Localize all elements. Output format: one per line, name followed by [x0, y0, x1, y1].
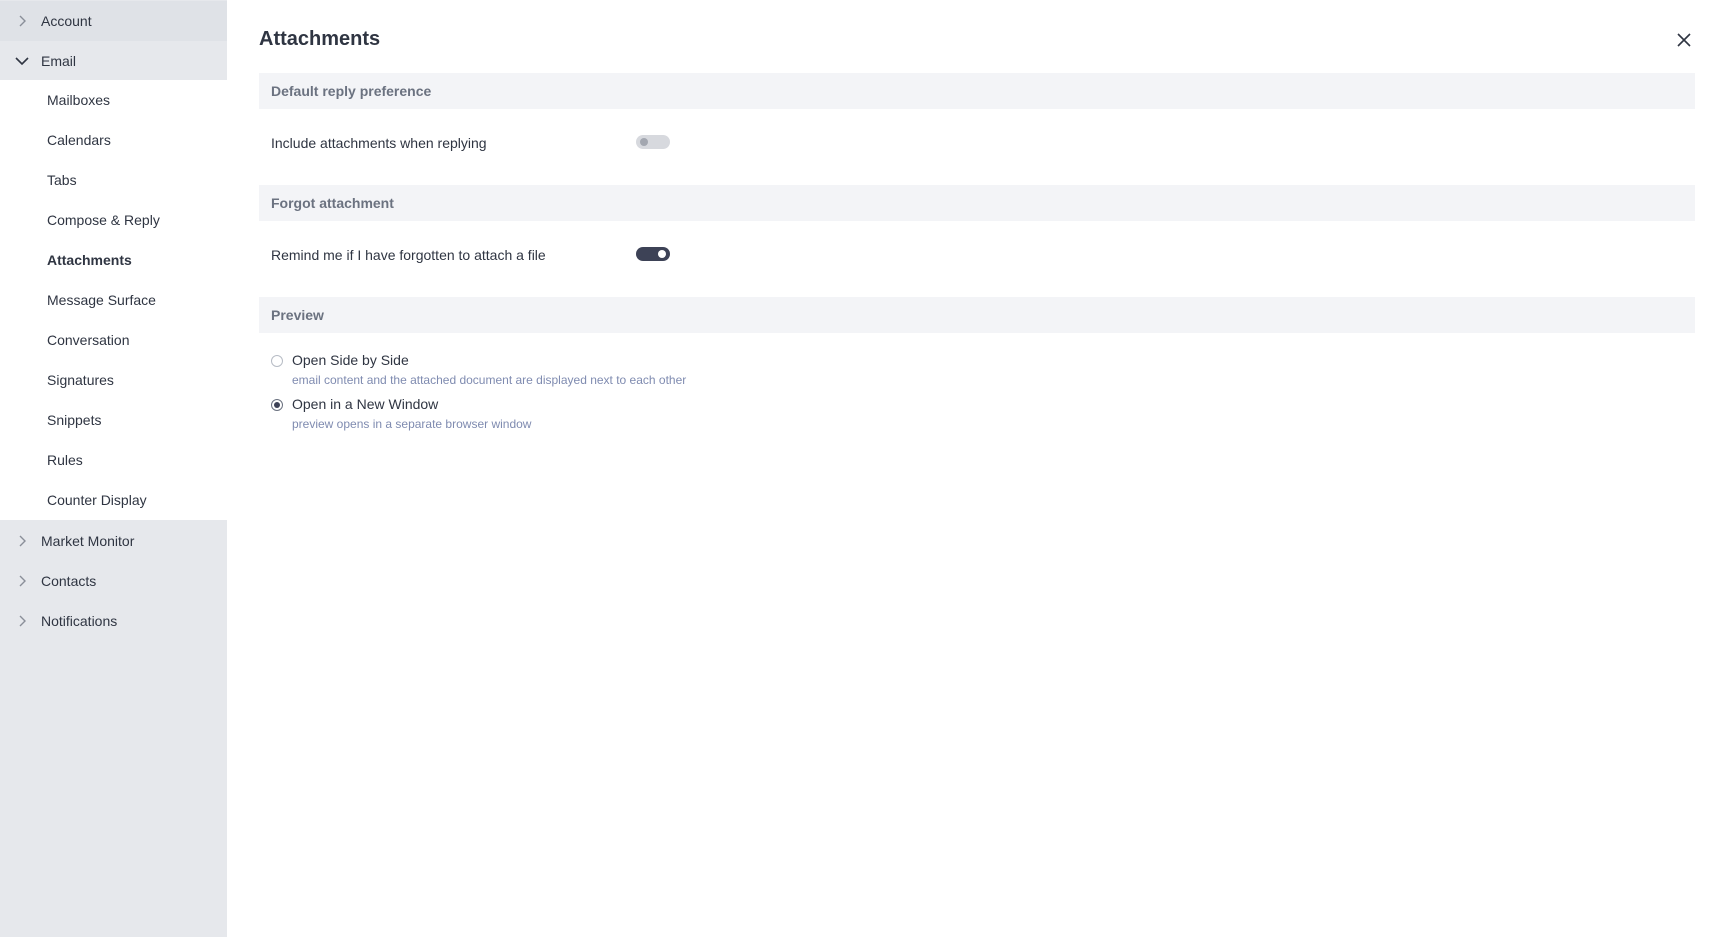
- sidebar-item-label: Message Surface: [47, 292, 156, 308]
- sidebar-item-tabs[interactable]: Tabs: [0, 160, 227, 200]
- remind-forgotten-toggle[interactable]: [636, 247, 670, 261]
- sidebar-item-label: Email: [41, 53, 77, 69]
- sidebar-item-label: Market Monitor: [41, 533, 135, 549]
- sidebar-item-label: Calendars: [47, 132, 111, 148]
- sidebar-item-label: Contacts: [41, 573, 97, 589]
- sidebar-item-label: Counter Display: [47, 492, 147, 508]
- sidebar-item-message-surface[interactable]: Message Surface: [0, 280, 227, 320]
- chevron-right-icon: [15, 614, 29, 628]
- sidebar-item-calendars[interactable]: Calendars: [0, 120, 227, 160]
- sidebar-item-label: Tabs: [47, 172, 77, 188]
- sidebar-item-rules[interactable]: Rules: [0, 440, 227, 480]
- radio-button[interactable]: [271, 399, 283, 411]
- sidebar-item-label: Conversation: [47, 332, 130, 348]
- sidebar-item-label: Rules: [47, 452, 83, 468]
- sidebar-item-market-monitor[interactable]: Market Monitor: [0, 521, 227, 561]
- sidebar-item-label: Notifications: [41, 613, 118, 629]
- sidebar-item-attachments[interactable]: Attachments: [0, 240, 227, 280]
- sidebar-item-notifications[interactable]: Notifications: [0, 601, 227, 641]
- close-icon: [1677, 33, 1691, 47]
- setting-remind-forgotten-label: Remind me if I have forgotten to attach …: [271, 247, 546, 263]
- chevron-right-icon: [15, 574, 29, 588]
- sidebar-item-mailboxes[interactable]: Mailboxes: [0, 80, 227, 120]
- radio-text: Open Side by Side email content and the …: [292, 351, 686, 388]
- sidebar-item-label: Account: [41, 13, 92, 29]
- section-header-preview: Preview: [259, 297, 1695, 333]
- page-title: Attachments: [259, 28, 381, 50]
- sidebar-item-email[interactable]: Email: [0, 41, 227, 81]
- settings-sidebar: Account Email Mailboxes Calendars Tabs C…: [0, 0, 227, 937]
- email-submenu: Mailboxes Calendars Tabs Compose & Reply…: [0, 80, 227, 520]
- sidebar-item-label: Signatures: [47, 372, 114, 388]
- radio-description: email content and the attached document …: [292, 373, 687, 387]
- sidebar-item-label: Attachments: [47, 252, 132, 268]
- preview-option-new-window[interactable]: Open in a New Window preview opens in a …: [271, 395, 531, 432]
- radio-label[interactable]: Open in a New Window: [292, 395, 531, 414]
- include-attachments-toggle[interactable]: [636, 135, 670, 149]
- setting-include-attachments-label: Include attachments when replying: [271, 135, 487, 151]
- sidebar-item-label: Mailboxes: [47, 92, 111, 108]
- sidebar-item-snippets[interactable]: Snippets: [0, 400, 227, 440]
- chevron-down-icon: [15, 54, 29, 68]
- section-header-reply: Default reply preference: [259, 73, 1695, 109]
- section-header-forgot: Forgot attachment: [259, 185, 1695, 221]
- radio-description: preview opens in a separate browser wind…: [292, 417, 532, 431]
- sidebar-item-signatures[interactable]: Signatures: [0, 360, 227, 400]
- radio-label[interactable]: Open Side by Side: [292, 351, 686, 370]
- toggle-knob: [640, 138, 648, 146]
- settings-content: Attachments Default reply preference Inc…: [227, 0, 1727, 937]
- chevron-right-icon: [15, 534, 29, 548]
- sidebar-item-label: Compose & Reply: [47, 212, 160, 228]
- close-button[interactable]: [1673, 29, 1695, 51]
- chevron-right-icon: [15, 14, 29, 28]
- sidebar-item-counter-display[interactable]: Counter Display: [0, 480, 227, 520]
- sidebar-item-conversation[interactable]: Conversation: [0, 320, 227, 360]
- sidebar-item-label: Snippets: [47, 412, 102, 428]
- toggle-knob: [658, 250, 666, 258]
- preview-option-side-by-side[interactable]: Open Side by Side email content and the …: [271, 351, 686, 388]
- sidebar-item-compose-reply[interactable]: Compose & Reply: [0, 200, 227, 240]
- sidebar-item-account[interactable]: Account: [0, 1, 227, 41]
- sidebar-item-contacts[interactable]: Contacts: [0, 561, 227, 601]
- radio-button[interactable]: [271, 355, 283, 367]
- radio-text: Open in a New Window preview opens in a …: [292, 395, 531, 432]
